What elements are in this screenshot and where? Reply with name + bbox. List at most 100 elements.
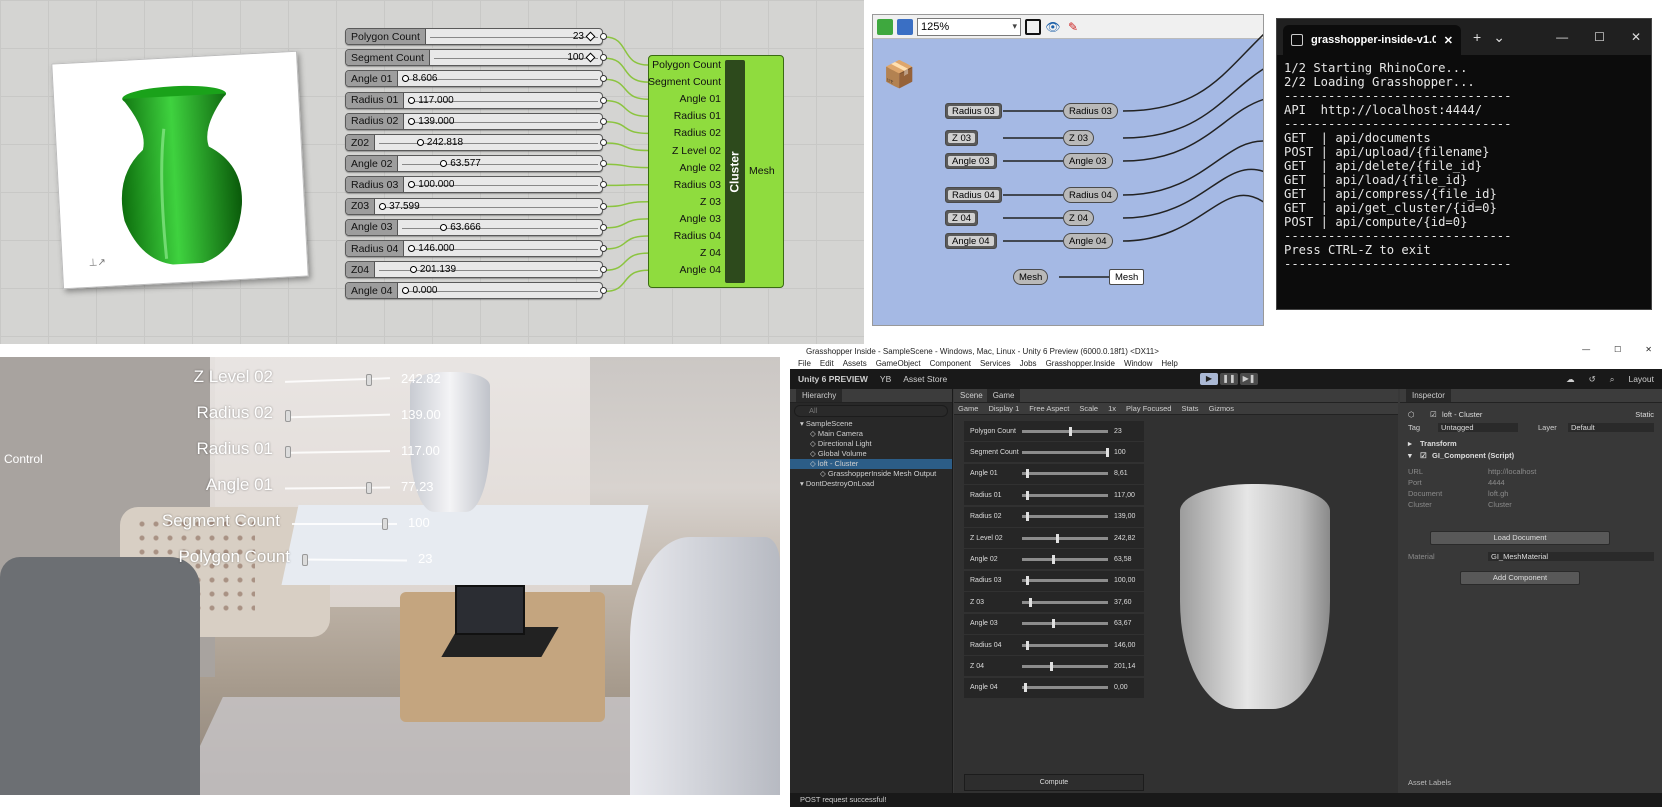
mesh-output-node[interactable]: Mesh <box>1109 269 1145 285</box>
param-source-node[interactable]: Angle 03 <box>945 153 997 169</box>
slider-track[interactable]: 23 <box>426 29 602 44</box>
number-slider[interactable]: Z04 201.139 <box>345 261 607 279</box>
ui-slider[interactable]: Polygon Count 23 <box>964 421 1144 441</box>
game-bar-item[interactable]: Stats <box>1181 404 1198 413</box>
ar-slider-handle[interactable] <box>285 446 291 458</box>
play-icon[interactable]: ▶ <box>1200 373 1218 385</box>
menu-item[interactable]: Services <box>980 359 1011 368</box>
layout-dropdown[interactable]: Layout <box>1628 374 1654 385</box>
new-tab-icon[interactable]: + <box>1473 29 1481 45</box>
ui-slider-track[interactable] <box>1022 512 1108 522</box>
number-slider[interactable]: Angle 03 63.666 <box>345 218 607 236</box>
param-relay-node[interactable]: Angle 03 <box>1063 153 1113 169</box>
cluster-output-mesh[interactable]: Mesh <box>749 165 775 177</box>
tag-dropdown[interactable]: Untagged <box>1438 423 1518 432</box>
component-checkbox[interactable]: ☑ <box>1420 451 1432 460</box>
tab-game[interactable]: Game <box>986 389 1021 402</box>
game-view[interactable]: Scene Game Game Display 1 Free Aspect Scale… <box>954 389 1398 793</box>
hierarchy-item[interactable]: ▾ DontDestroyOnLoad <box>790 479 952 489</box>
game-bar-item[interactable]: Gizmos <box>1209 404 1234 413</box>
diamond-handle-icon[interactable] <box>585 52 596 63</box>
cluster-input[interactable]: Radius 02 <box>674 127 721 139</box>
cluster-input[interactable]: Polygon Count <box>652 59 721 71</box>
close-icon[interactable]: ✕ <box>1631 30 1641 44</box>
transform-component[interactable]: ▸ Transform <box>1408 438 1654 449</box>
ar-slider-handle[interactable] <box>365 374 372 386</box>
number-slider[interactable]: Z02 242.818 <box>345 134 607 151</box>
close-icon[interactable]: ✕ <box>1645 345 1652 354</box>
tab-inspector[interactable]: Inspector <box>1406 389 1451 402</box>
grasshopper-zoom-canvas[interactable]: 125% ▾ 👁 ✎ 📦 Radius 03 Radius 03 Z 03 Z 03 An… <box>872 14 1264 326</box>
slider-track[interactable]: 37.599 <box>375 199 602 214</box>
output-port[interactable] <box>600 96 607 104</box>
slider-handle-icon[interactable] <box>402 75 410 83</box>
menu-item[interactable]: Window <box>1124 359 1152 368</box>
ui-slider-handle[interactable] <box>1056 533 1060 543</box>
ui-slider-handle[interactable] <box>1026 490 1030 500</box>
output-port[interactable] <box>600 202 607 210</box>
expand-icon[interactable]: ▸ <box>1408 439 1420 448</box>
asset-store-button[interactable]: Asset Store <box>903 374 947 384</box>
game-bar-item[interactable]: Scale <box>1079 404 1098 413</box>
add-component-button[interactable]: Add Component <box>1460 571 1580 585</box>
slider-handle-icon[interactable] <box>408 245 416 252</box>
diamond-handle-icon[interactable] <box>585 31 596 42</box>
menu-item[interactable]: Help <box>1161 359 1177 368</box>
tab-hierarchy[interactable]: Hierarchy <box>796 389 843 402</box>
slider-track[interactable]: 139.000 <box>404 114 602 129</box>
ui-slider-handle[interactable] <box>1026 640 1030 650</box>
ui-slider[interactable]: Z 03 37,60 <box>964 592 1144 613</box>
ui-slider-track[interactable] <box>1022 533 1108 543</box>
layer-dropdown[interactable]: Default <box>1568 423 1654 432</box>
ui-slider-track[interactable] <box>1022 490 1108 500</box>
slider-track[interactable]: 100.000 <box>404 177 602 192</box>
ui-slider[interactable]: Radius 04 146,00 <box>964 635 1144 655</box>
cluster-input[interactable]: Radius 03 <box>674 179 721 191</box>
ui-slider-track[interactable] <box>1022 683 1108 693</box>
output-port[interactable] <box>600 117 607 125</box>
chevron-down-icon[interactable]: ⌄ <box>1493 29 1505 46</box>
number-slider[interactable]: Radius 03 100.000 <box>345 176 607 194</box>
output-port[interactable] <box>600 245 607 252</box>
field-value[interactable]: 4444 <box>1488 478 1654 487</box>
slider-handle-icon[interactable] <box>416 139 424 146</box>
slider-track[interactable]: 201.139 <box>375 262 602 277</box>
cloud-icon[interactable]: ☁ <box>1566 374 1575 385</box>
hierarchy-search[interactable]: All <box>794 405 948 417</box>
static-toggle[interactable]: Static <box>1635 410 1654 419</box>
slider-track[interactable]: 146.000 <box>404 241 602 256</box>
ui-slider[interactable]: Angle 01 8,61 <box>964 463 1144 484</box>
cluster-input[interactable]: Angle 04 <box>680 264 721 276</box>
slider-handle-icon[interactable] <box>440 160 448 168</box>
cluster-input[interactable]: Angle 01 <box>680 93 721 105</box>
slider-track[interactable]: 117.000 <box>404 93 602 108</box>
cluster-input[interactable]: Z Level 02 <box>672 145 721 157</box>
output-port[interactable] <box>600 223 607 231</box>
ui-slider-handle[interactable] <box>1028 597 1032 607</box>
number-slider[interactable]: Angle 02 63.577 <box>345 155 607 173</box>
ui-slider-handle[interactable] <box>1050 661 1054 671</box>
gi-component-header[interactable]: ▾ ☑ GI_Component (Script) <box>1408 450 1654 461</box>
ui-slider-track[interactable] <box>1022 447 1110 457</box>
maximize-icon[interactable]: ☐ <box>1614 345 1621 354</box>
game-bar-item[interactable]: Game <box>958 404 978 413</box>
grasshopper-canvas[interactable]: ⊥↗ Polygon Count 23 Segment Count 100 Angle … <box>0 0 864 344</box>
game-bar-item[interactable]: 1x <box>1108 404 1116 413</box>
game-bar-item[interactable]: Play Focused <box>1126 404 1171 413</box>
ar-slider-handle[interactable] <box>302 554 308 566</box>
cluster-input[interactable]: Z 03 <box>700 196 721 208</box>
field-value[interactable]: loft.gh <box>1488 489 1654 498</box>
param-relay-node[interactable]: Radius 04 <box>1063 187 1118 203</box>
ui-slider[interactable]: Z 04 201,14 <box>964 656 1144 677</box>
param-source-node[interactable]: Radius 03 <box>945 103 1002 119</box>
cluster-title-bar[interactable]: Cluster <box>725 60 745 283</box>
ui-slider-track[interactable] <box>1022 640 1108 650</box>
number-slider[interactable]: Radius 04 146.000 <box>345 240 607 257</box>
hierarchy-item[interactable]: ◇ Main Camera <box>790 429 952 439</box>
param-source-node[interactable]: Z 04 <box>945 210 979 226</box>
slider-track[interactable]: 0.000 <box>398 283 602 298</box>
ui-slider-handle[interactable] <box>1069 426 1073 436</box>
ui-slider-handle[interactable] <box>1026 512 1030 522</box>
maximize-icon[interactable]: ☐ <box>1594 30 1605 44</box>
ar-slider-track[interactable] <box>292 523 397 525</box>
